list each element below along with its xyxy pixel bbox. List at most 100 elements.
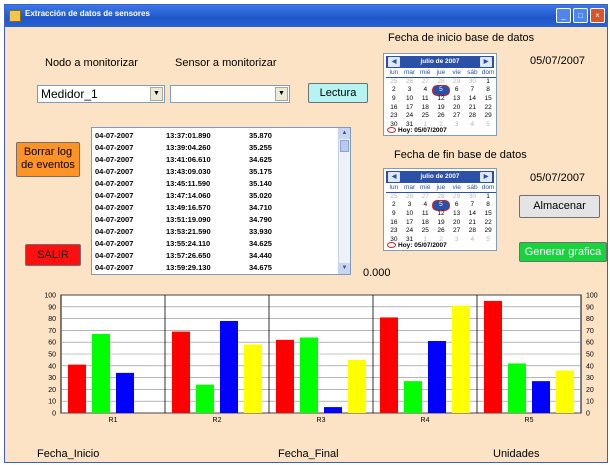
calendar-day[interactable]: 25 [386,78,402,87]
chevron-down-icon[interactable]: ▼ [275,87,288,101]
prev-month-icon[interactable]: ◀ [388,57,400,67]
calendar-day[interactable]: 9 [386,210,402,219]
maximize-icon[interactable]: □ [573,8,588,23]
calendar-day[interactable]: 17 [402,218,418,227]
calendar-day[interactable]: 1 [480,193,496,202]
sensor-select[interactable]: ▼ [170,85,290,103]
calendar-day[interactable]: 21 [465,218,481,227]
calendar-day[interactable]: 29 [480,112,496,121]
calendar-day[interactable]: 5 [480,236,496,245]
calendar-day[interactable]: 5 [480,121,496,130]
prev-month-icon[interactable]: ◀ [388,172,400,182]
calendar-day[interactable]: 27 [417,193,433,202]
calendar-day[interactable]: 29 [480,227,496,236]
calendar-day[interactable]: 19 [433,218,449,227]
calendar-day[interactable]: 16 [386,103,402,112]
calendar-day[interactable]: 3 [402,86,418,95]
calendar-grid[interactable]: lun mar mié jue vie sáb dom 25 26 27 28 29 30 1 2 3 4 5 6 7… [386,184,496,244]
calendar-day[interactable]: 20 [449,218,465,227]
calendar-day[interactable]: 7 [465,86,481,95]
calendar-day[interactable]: 4 [465,121,481,130]
calendar-day[interactable]: 25 [417,112,433,121]
calendar-day[interactable]: 25 [417,227,433,236]
calendar-day[interactable]: 3 [402,201,418,210]
calendar-day[interactable]: 8 [480,86,496,95]
calendar-day[interactable]: 4 [417,86,433,95]
calendar-day[interactable]: 4 [417,201,433,210]
calendar-day[interactable]: 11 [417,95,433,104]
chevron-down-icon[interactable]: ▼ [150,87,163,101]
calendar-day[interactable]: 27 [449,227,465,236]
calendar-day[interactable]: 26 [402,78,418,87]
calendar-day[interactable]: 26 [433,227,449,236]
calendar-day[interactable]: 27 [449,112,465,121]
calendar-day[interactable]: 10 [402,95,418,104]
calendar-day[interactable]: 5 [433,201,449,210]
calendar-day[interactable]: 22 [480,103,496,112]
calendar-day[interactable]: 11 [417,210,433,219]
close-icon[interactable]: × [590,8,605,23]
calendar-today[interactable]: Hoy: 05/07/2007 [387,242,447,249]
calendar-day[interactable]: 29 [449,78,465,87]
calendar-day[interactable]: 13 [449,95,465,104]
calendar-day[interactable]: 6 [449,201,465,210]
calendar-day[interactable]: 5 [433,86,449,95]
calendar-day[interactable]: 7 [465,201,481,210]
calendar-inicio[interactable]: ◀ julio de 2007 ▶ lun mar mié jue vie sáb dom 2… [383,53,497,136]
nodo-select[interactable]: Medidor_1 ▼ [37,85,165,103]
calendar-day[interactable]: 3 [449,121,465,130]
calendar-day[interactable]: 6 [449,86,465,95]
calendar-day[interactable]: 4 [465,236,481,245]
next-month-icon[interactable]: ▶ [480,172,492,182]
calendar-day[interactable]: 14 [465,95,481,104]
calendar-day[interactable]: 30 [465,193,481,202]
calendar-day[interactable]: 3 [449,236,465,245]
calendar-day[interactable]: 29 [449,193,465,202]
calendar-day[interactable]: 26 [402,193,418,202]
calendar-day[interactable]: 12 [433,210,449,219]
calendar-day[interactable]: 21 [465,103,481,112]
calendar-day[interactable]: 8 [480,201,496,210]
calendar-day[interactable]: 17 [402,103,418,112]
calendar-day[interactable]: 28 [433,193,449,202]
scroll-thumb[interactable] [340,140,349,152]
calendar-day[interactable]: 28 [433,78,449,87]
calendar-day[interactable]: 12 [433,95,449,104]
calendar-day[interactable]: 27 [417,78,433,87]
calendar-day[interactable]: 15 [480,95,496,104]
calendar-day[interactable]: 2 [386,201,402,210]
title-bar[interactable]: Extracción de datos de sensores _ □ × [5,5,607,27]
calendar-day[interactable]: 16 [386,218,402,227]
generar-grafica-button[interactable]: Generar grafica [519,242,607,262]
calendar-day[interactable]: 24 [402,112,418,121]
calendar-day[interactable]: 18 [417,103,433,112]
scroll-up-icon[interactable]: ▲ [339,128,350,139]
calendar-day[interactable]: 10 [402,210,418,219]
calendar-day[interactable]: 28 [465,112,481,121]
calendar-day[interactable]: 26 [433,112,449,121]
scroll-down-icon[interactable]: ▼ [339,263,350,274]
minimize-icon[interactable]: _ [556,8,571,23]
event-log-list[interactable]: 04-07-2007 13:37:01.890 35.870 04-07-2007 13… [91,127,351,275]
calendar-day[interactable]: 30 [465,78,481,87]
calendar-day[interactable]: 23 [386,112,402,121]
calendar-day[interactable]: 22 [480,218,496,227]
calendar-day[interactable]: 18 [417,218,433,227]
calendar-day[interactable]: 23 [386,227,402,236]
calendar-day[interactable]: 19 [433,103,449,112]
calendar-day[interactable]: 9 [386,95,402,104]
log-scrollbar[interactable]: ▲ ▼ [338,128,350,274]
calendar-today[interactable]: Hoy: 05/07/2007 [387,127,447,134]
calendar-day[interactable]: 2 [386,86,402,95]
calendar-day[interactable]: 25 [386,193,402,202]
calendar-grid[interactable]: lun mar mié jue vie sáb dom 25 26 27 28 29 30 1 2 3 4 5 6 7… [386,69,496,129]
lectura-button[interactable]: Lectura [308,83,368,103]
calendar-day[interactable]: 20 [449,103,465,112]
calendar-day[interactable]: 13 [449,210,465,219]
salir-button[interactable]: SALIR [25,244,81,266]
borrar-log-button[interactable]: Borrar log de eventos [16,142,80,177]
calendar-day[interactable]: 15 [480,210,496,219]
calendar-day[interactable]: 28 [465,227,481,236]
calendar-day[interactable]: 1 [480,78,496,87]
almacenar-button[interactable]: Almacenar [519,195,600,218]
